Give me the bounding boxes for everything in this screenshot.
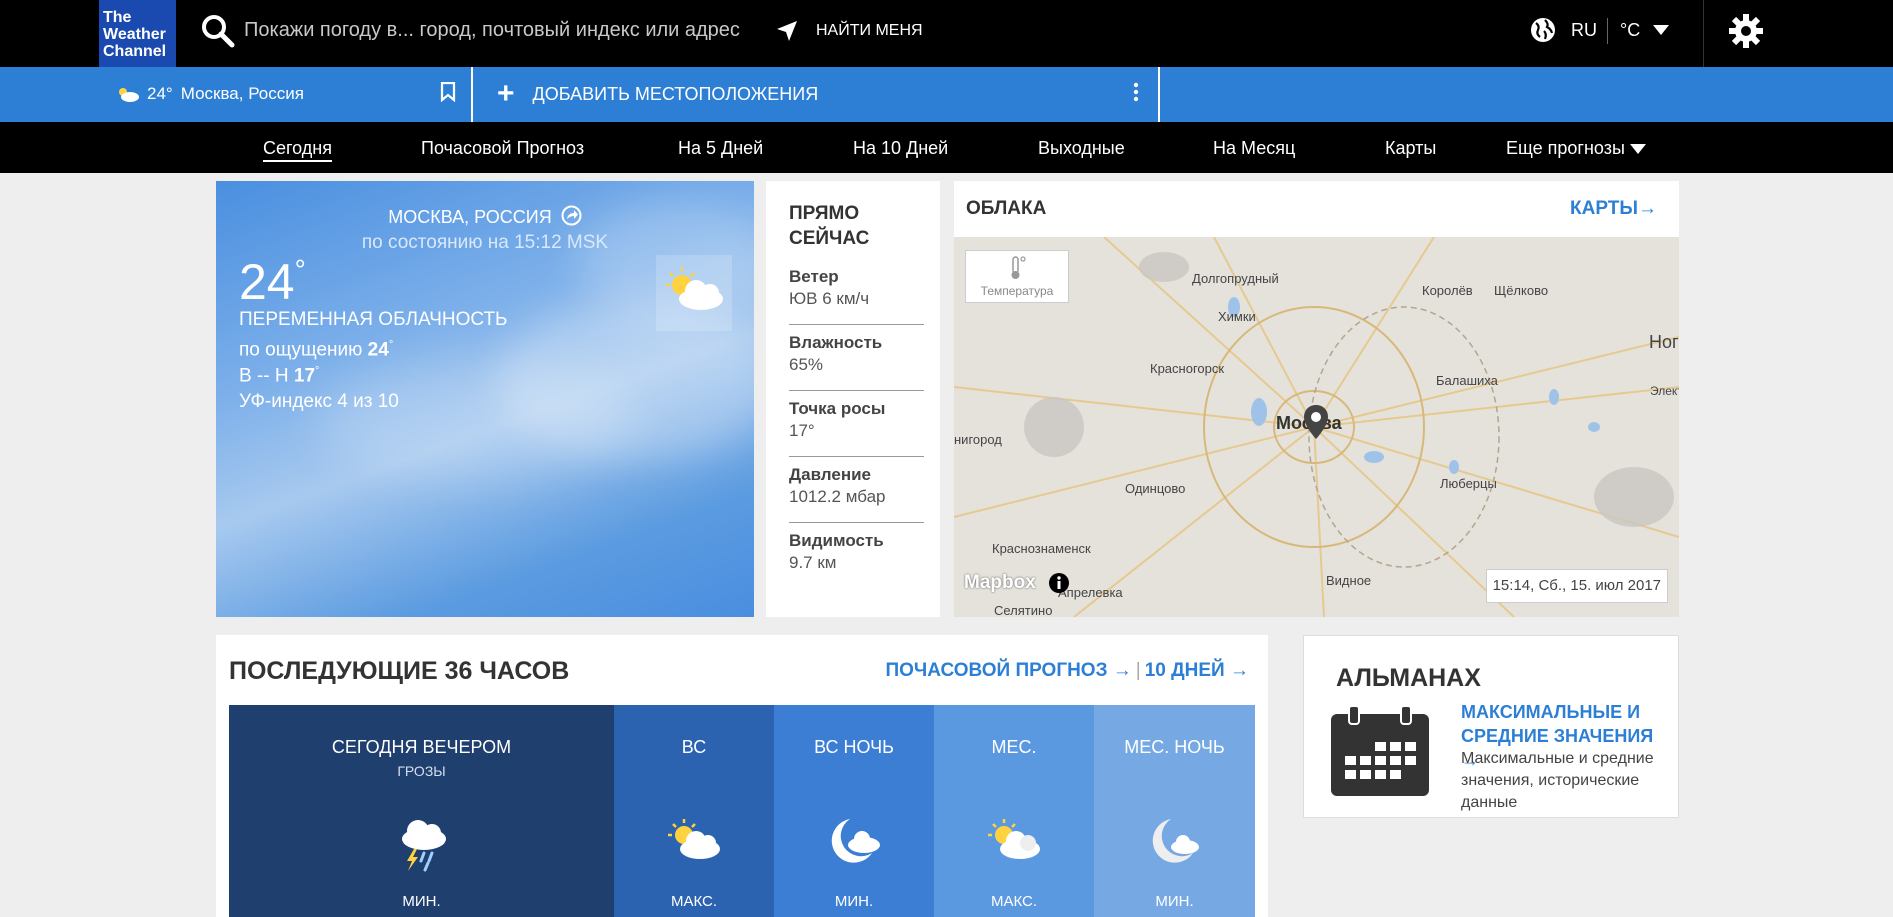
map-place-label: Люберцы — [1440, 476, 1497, 491]
forecast-column-sunday-night[interactable]: ВС НОЧЬ МИН. — [774, 705, 934, 917]
location-bar-divider — [471, 67, 473, 122]
observation-time: по состоянию на 15:12 MSK — [361, 232, 609, 253]
almanac-description: Максимальные и средние значения, историч… — [1461, 750, 1654, 811]
dew-point-item: Точка росы 17° — [789, 391, 924, 457]
map-timestamp: 15:14, Сб., 15. июл 2017 — [1485, 569, 1668, 603]
thunderstorm-icon — [401, 820, 446, 872]
current-temperature: 24° — [239, 254, 306, 310]
feels-like: по ощущению 24° — [239, 339, 394, 361]
partly-cloudy-night-icon — [831, 819, 880, 863]
map-place-label: Краснознаменск — [992, 541, 1091, 556]
background-cloud — [316, 361, 636, 481]
bookmark-icon[interactable] — [440, 82, 456, 102]
search-input[interactable] — [244, 12, 764, 48]
map-title: ОБЛАКА — [966, 198, 1047, 219]
map-place-label: Долгопрудный — [1192, 271, 1279, 286]
forecast-column-tonight[interactable]: СЕГОДНЯ ВЕЧЕРОМ ГРОЗЫ МИН. — [229, 705, 614, 917]
arrow-right-icon: → — [1638, 198, 1657, 219]
almanac-panel: АЛЬМАНАХ МАКСИМАЛЬНЫЕ И СРЕДНИЕ ЗНАЧЕНИЯ… — [1303, 635, 1679, 818]
partly-cloudy-night-icon — [1152, 819, 1199, 863]
gear-icon[interactable] — [1727, 12, 1765, 50]
condition-text: ПЕРЕМЕННАЯ ОБЛАЧНОСТЬ — [239, 309, 508, 330]
search-icon[interactable] — [200, 13, 236, 49]
map-place-label: Селятино — [994, 603, 1053, 617]
map-place-label: Элект — [1650, 384, 1679, 398]
weather-channel-logo[interactable]: The Weather Channel — [99, 0, 176, 67]
tab-5-day[interactable]: На 5 Дней — [678, 138, 763, 159]
map-pin-icon[interactable] — [1303, 404, 1329, 440]
thermometer-icon — [1011, 256, 1026, 279]
partly-sunny-icon — [119, 88, 139, 102]
map-place-label: нигород — [954, 432, 1002, 447]
find-me-button[interactable]: НАЙТИ МЕНЯ — [776, 17, 923, 45]
info-icon[interactable] — [1048, 572, 1070, 594]
globe-icon[interactable] — [1530, 17, 1556, 43]
high-low: В -- Н 17° — [239, 365, 320, 387]
location-arrow-icon — [777, 21, 797, 41]
map-panel: ОБЛАКА КАРТЫ→ Температура Долгопрудный К… — [954, 181, 1679, 617]
next-36-hours-panel: ПОСЛЕДУЮЩИЕ 36 ЧАСОВ ПОЧАСОВОЙ ПРОГНОЗ →… — [216, 635, 1268, 917]
language-selector[interactable]: RU — [1571, 20, 1597, 41]
saved-location[interactable]: 24° Москва, Россия — [115, 84, 304, 104]
partly-sunny-icon — [988, 819, 1040, 859]
condition-icon-box — [656, 255, 732, 331]
add-location-button[interactable]: + ДОБАВИТЬ МЕСТОПОЛОЖЕНИЯ — [497, 77, 818, 110]
more-vertical-icon[interactable] — [1132, 82, 1140, 102]
map-place-label: Королёв — [1422, 283, 1473, 298]
map-place-label: Химки — [1218, 309, 1256, 324]
current-conditions: МОСКВА, РОССИЯ по состоянию на 15:12 MSK… — [216, 181, 754, 617]
tab-today[interactable]: Сегодня — [263, 138, 332, 162]
current-city[interactable]: МОСКВА, РОССИЯ — [216, 205, 754, 228]
uv-index: УФ-индекс 4 из 10 — [239, 391, 399, 412]
pressure-item: Давление 1012.2 мбар — [789, 457, 924, 523]
tab-more-forecasts[interactable]: Еще прогнозы — [1506, 138, 1625, 159]
map-place-label: Красногорск — [1150, 361, 1225, 376]
share-arrow-icon — [561, 205, 582, 226]
tab-month[interactable]: На Месяц — [1213, 138, 1295, 159]
tab-10-day[interactable]: На 10 Дней — [853, 138, 948, 159]
map-place-label: Щёлково — [1494, 283, 1549, 298]
forecast-column-monday-night[interactable]: МЕС. НОЧЬ МИН. — [1094, 705, 1255, 917]
partly-sunny-icon — [666, 267, 723, 310]
unit-divider — [1607, 18, 1608, 44]
chevron-down-icon[interactable] — [1630, 144, 1646, 154]
hourly-forecast-link[interactable]: ПОЧАСОВОЙ ПРОГНОЗ → — [885, 660, 1131, 681]
unit-selector[interactable]: °C — [1620, 20, 1640, 41]
almanac-title: АЛЬМАНАХ — [1336, 664, 1481, 692]
location-bar-divider — [1158, 67, 1160, 122]
map-place-label: Ног — [1649, 332, 1679, 352]
plus-icon: + — [497, 77, 515, 110]
calendar-icon — [1331, 705, 1429, 796]
maps-link[interactable]: КАРТЫ→ — [1570, 198, 1657, 220]
forecast-links: ПОЧАСОВОЙ ПРОГНОЗ → | 10 ДНЕЙ → — [885, 660, 1249, 682]
map-place-label: Балашиха — [1436, 373, 1498, 388]
tab-hourly[interactable]: Почасовой Прогноз — [421, 138, 584, 159]
right-now-panel: ПРЯМО СЕЙЧАС Ветер ЮВ 6 км/ч Влажность 6… — [766, 181, 940, 617]
humidity-item: Влажность 65% — [789, 325, 924, 391]
wind-item: Ветер ЮВ 6 км/ч — [789, 259, 924, 325]
link-separator: | — [1135, 660, 1141, 681]
forecast-column-sunday[interactable]: ВС МАКС. — [614, 705, 774, 917]
next-36-hours-title: ПОСЛЕДУЮЩИЕ 36 ЧАСОВ — [229, 657, 570, 685]
right-now-title: ПРЯМО СЕЙЧАС — [789, 203, 870, 249]
tab-weekend[interactable]: Выходные — [1038, 138, 1125, 159]
tab-maps[interactable]: Карты — [1385, 138, 1436, 159]
mapbox-logo[interactable]: Mapbox — [964, 572, 1036, 594]
chevron-down-icon[interactable] — [1653, 25, 1669, 35]
partly-sunny-icon — [668, 819, 720, 859]
visibility-item: Видимость 9.7 км — [789, 531, 884, 572]
ten-day-link[interactable]: 10 ДНЕЙ → — [1145, 660, 1249, 681]
forecast-column-monday[interactable]: МЕС. МАКС. — [934, 705, 1094, 917]
map-place-label: Одинцово — [1125, 481, 1186, 496]
map-canvas[interactable]: Температура Долгопрудный Королёв Щёлково… — [954, 237, 1679, 617]
temperature-layer-button[interactable]: Температура — [965, 250, 1069, 303]
map-place-label: Видное — [1326, 573, 1372, 588]
top-bar-divider — [1703, 0, 1704, 67]
